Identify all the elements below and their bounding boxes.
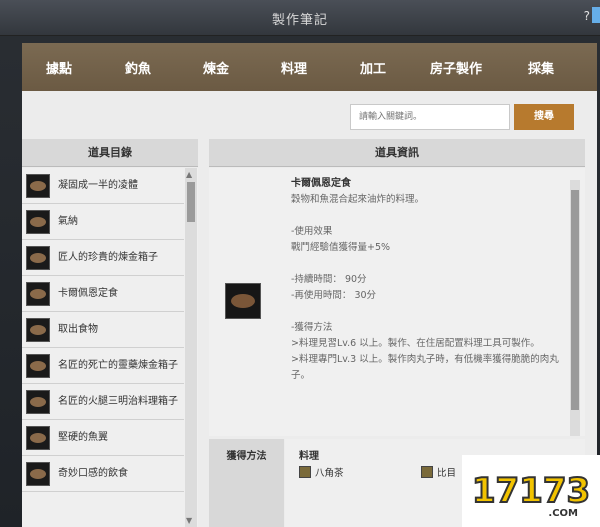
watermark-digits: 17173 [471, 470, 591, 512]
tab-gathering[interactable]: 採集 [528, 58, 554, 77]
item-label: 堅硬的魚翼 [58, 432, 108, 443]
item-thumbnail [26, 317, 50, 342]
item-label: 奇妙口感的飲食 [58, 468, 128, 479]
item-label: 名匠的死亡的靈藥煉金箱子 [58, 360, 178, 371]
item-label: 取出食物 [58, 324, 98, 335]
list-item[interactable]: 名匠的火腿三明治料理箱子 [22, 384, 184, 420]
obtain-line: >料理見習Lv.6 以上。製作、在住居配置料理工具可製作。 [291, 338, 540, 349]
list-item[interactable]: 堅硬的魚翼 [22, 420, 184, 456]
search-input[interactable] [350, 104, 510, 130]
list-item[interactable]: 氣納 [22, 204, 184, 240]
item-name: 卡爾佩恩定食 [291, 178, 351, 189]
item-label: 卡爾佩恩定食 [58, 288, 118, 299]
list-item[interactable]: 凝固成一半的凌體 [22, 168, 184, 204]
tab-fishing[interactable]: 釣魚 [125, 58, 151, 77]
item-thumbnail [26, 461, 50, 486]
item-label: 凝固成一半的凌體 [58, 180, 138, 191]
tab-nodes[interactable]: 據點 [46, 58, 72, 77]
ingredient-label: 八角茶 [315, 468, 344, 479]
close-tab[interactable] [592, 7, 600, 23]
item-description: 卡爾佩恩定食 穀物和魚混合起來油炸的料理。 -使用效果 戰鬥經驗值獲得量+5% … [291, 176, 561, 384]
scroll-up-icon[interactable]: ▲ [186, 170, 192, 179]
item-thumbnail [26, 209, 50, 234]
crafting-notes-window: 製作筆記 ? 據點 釣魚 煉金 料理 加工 房子製作 採集 搜尋 道具目錄 凝固… [0, 0, 600, 527]
effect-title: -使用效果 [291, 226, 333, 237]
effect-text: 戰鬥經驗值獲得量+5% [291, 242, 391, 253]
list-item[interactable]: 匠人的珍貴的煉金箱子 [22, 240, 184, 276]
list-item[interactable]: 取出食物 [22, 312, 184, 348]
scroll-down-icon[interactable]: ▼ [186, 516, 192, 525]
item-list: 凝固成一半的凌體 氣納 匠人的珍貴的煉金箱子 卡爾佩恩定食 取出食物 名匠的死亡… [22, 168, 198, 527]
item-list-header: 道具目錄 [22, 139, 198, 167]
list-item[interactable]: 卡爾佩恩定食 [22, 276, 184, 312]
tab-cooking[interactable]: 料理 [281, 58, 307, 77]
obtain-line: >料理專門Lv.3 以上。製作肉丸子時，有低機率獲得脆脆的肉丸子。 [291, 354, 559, 381]
item-label: 氣納 [58, 216, 78, 227]
item-info-panel: 卡爾佩恩定食 穀物和魚混合起來油炸的料理。 -使用效果 戰鬥經驗值獲得量+5% … [209, 168, 585, 436]
scrollbar-thumb[interactable] [571, 190, 579, 410]
tab-house-crafting[interactable]: 房子製作 [430, 58, 482, 77]
ingredient-icon [299, 466, 311, 478]
item-thumbnail [26, 353, 50, 378]
ingredient-item[interactable]: 比目 [421, 465, 456, 479]
item-thumbnail [26, 245, 50, 270]
category-tabs: 據點 釣魚 煉金 料理 加工 房子製作 採集 [22, 43, 597, 91]
help-icon[interactable]: ? [584, 9, 590, 23]
item-thumbnail [26, 425, 50, 450]
item-thumbnail [26, 389, 50, 414]
item-flavor-text: 穀物和魚混合起來油炸的料理。 [291, 194, 425, 205]
list-item[interactable]: 奇妙口感的飲食 [22, 456, 184, 492]
tab-alchemy[interactable]: 煉金 [203, 58, 229, 77]
obtain-method-label: 獲得方法 [209, 439, 284, 527]
duration-text: -持續時間： 90分 [291, 274, 367, 285]
site-watermark-logo: 17173 .COM [462, 455, 600, 527]
obtain-title: -獲得方法 [291, 322, 333, 333]
item-thumbnail [26, 173, 50, 198]
cooldown-text: -再使用時間： 30分 [291, 290, 377, 301]
scrollbar-thumb[interactable] [187, 182, 195, 222]
item-label: 匠人的珍貴的煉金箱子 [58, 252, 158, 263]
item-list-scrollbar[interactable]: ▲ ▼ [185, 168, 197, 527]
search-button[interactable]: 搜尋 [514, 104, 574, 130]
ingredient-icon [421, 466, 433, 478]
item-label: 名匠的火腿三明治料理箱子 [58, 396, 178, 407]
item-info-header: 道具資訊 [209, 139, 585, 167]
food-item-icon [225, 283, 261, 319]
tab-processing[interactable]: 加工 [360, 58, 386, 77]
window-title: 製作筆記 [271, 13, 328, 28]
list-item[interactable]: 名匠的死亡的靈藥煉金箱子 [22, 348, 184, 384]
item-info-scrollbar[interactable] [570, 180, 580, 436]
ingredient-item[interactable]: 八角茶 [299, 465, 344, 479]
title-bar[interactable]: 製作筆記 ? [0, 0, 600, 36]
ingredient-label: 比目 [437, 468, 457, 479]
item-thumbnail [26, 281, 50, 306]
obtain-category: 料理 [299, 451, 319, 462]
watermark-domain: .COM [548, 508, 578, 519]
